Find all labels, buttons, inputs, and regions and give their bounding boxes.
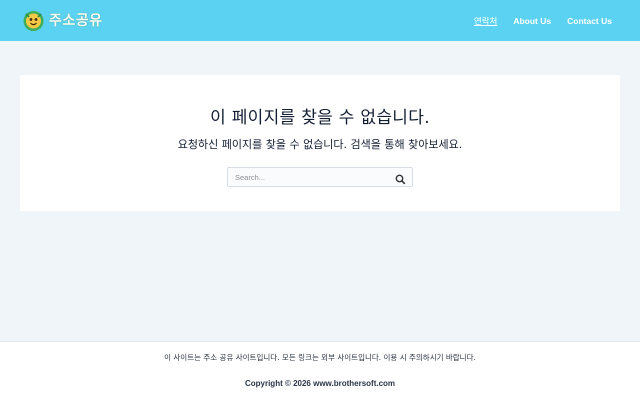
search-form <box>227 167 413 187</box>
main-nav: 연락처 About Us Contact Us <box>458 0 612 41</box>
page-title: 이 페이지를 찾을 수 없습니다. <box>210 108 430 128</box>
search-icon <box>395 174 406 185</box>
copyright-text: Copyright © 2026 www.brothersoft.com <box>244 379 396 388</box>
site-logo[interactable]: 주소공유 <box>22 8 103 32</box>
logo-text: 주소공유 <box>49 13 103 29</box>
site-header: 주소공유 연락처 About Us Contact Us <box>0 0 640 41</box>
nav-item-contact-us[interactable]: Contact Us <box>567 16 612 26</box>
not-found-card: 이 페이지를 찾을 수 없습니다. 요청하신 페이지를 찾을 수 없습니다. 검… <box>20 75 620 211</box>
footer-note: 이 사이트는 주소 공유 사이트입니다. 모든 링크는 외부 사이트입니다. 이… <box>164 353 476 362</box>
nav-item-about-us[interactable]: About Us <box>513 16 551 26</box>
search-input[interactable] <box>228 168 388 186</box>
site-footer: 이 사이트는 주소 공유 사이트입니다. 모든 링크는 외부 사이트입니다. 이… <box>0 341 640 400</box>
logo-icon <box>22 9 45 32</box>
nav-item-home[interactable]: 연락처 <box>474 15 497 27</box>
search-button[interactable] <box>395 172 406 185</box>
page-subtitle: 요청하신 페이지를 찾을 수 없습니다. 검색을 통해 찾아보세요. <box>177 138 463 151</box>
